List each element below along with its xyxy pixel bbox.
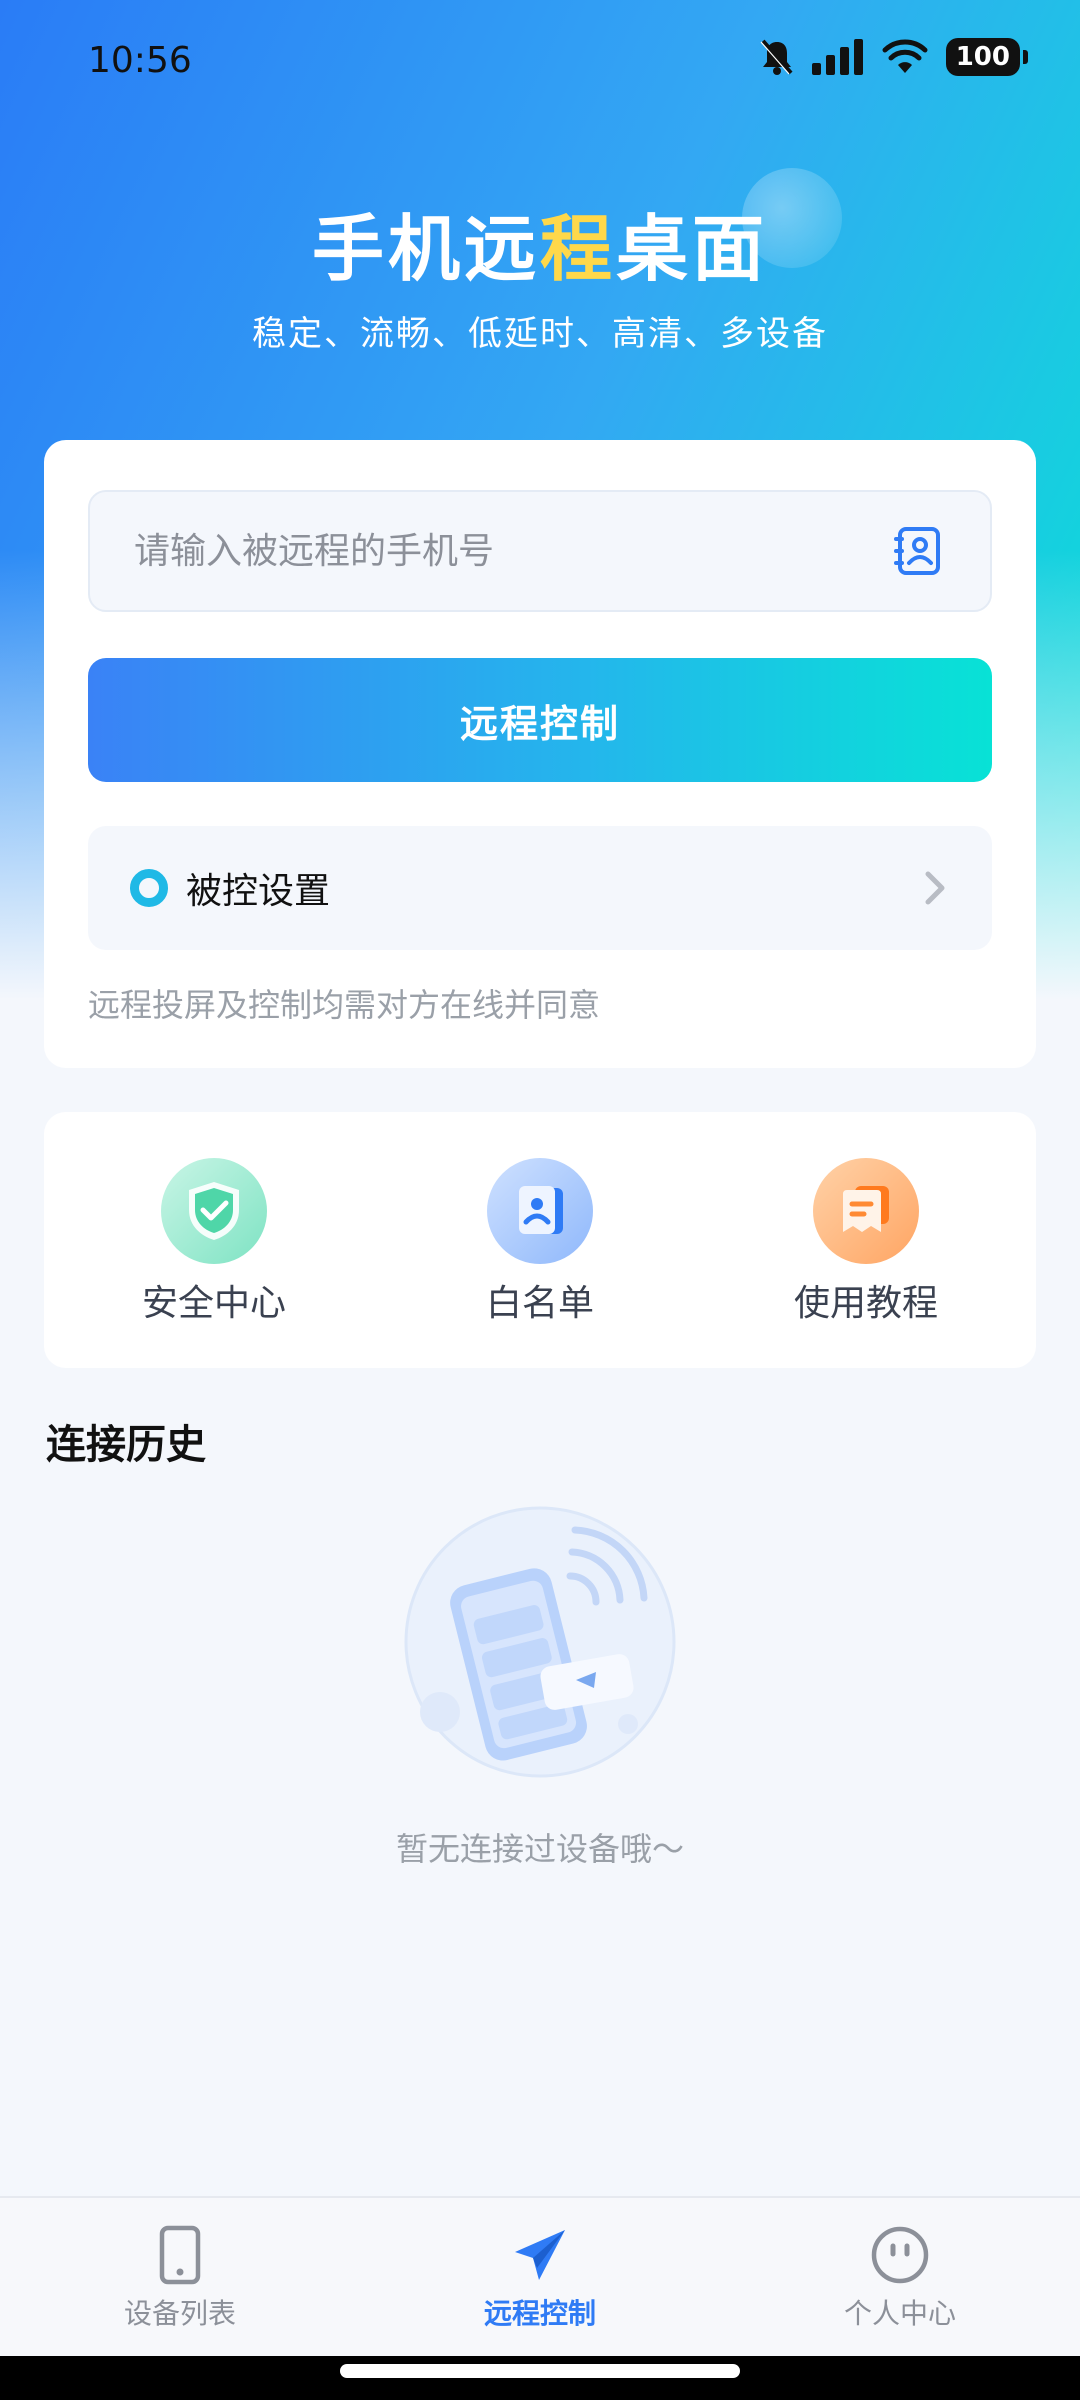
face-icon [871,2226,929,2284]
tab-label: 个人中心 [843,2297,956,2330]
bottom-tab-bar: 设备列表 远程控制 个人中心 [0,2196,1080,2356]
tab-label: 远程控制 [483,2297,596,2330]
status-time: 10:56 [88,40,192,81]
feature-tutorial[interactable]: 使用教程 [746,1158,986,1326]
battery-icon: 100 [945,38,1029,76]
home-indicator-area [0,2356,1080,2400]
feature-label: 安全中心 [141,1283,286,1324]
shield-check-icon [161,1158,267,1264]
title-part-1: 手机远 [311,207,540,291]
tab-device-list[interactable]: 设备列表 [60,2224,300,2332]
feature-whitelist[interactable]: 白名单 [420,1158,660,1326]
app-subtitle: 稳定、流畅、低延时、高清、多设备 [252,314,828,354]
feature-security-center[interactable]: 安全中心 [94,1158,334,1326]
paper-plane-icon [515,2230,565,2280]
feature-label: 白名单 [485,1283,594,1324]
feature-label: 使用教程 [793,1283,938,1324]
wifi-icon [882,39,928,73]
signal-icon [811,39,863,75]
tab-label: 设备列表 [123,2297,236,2330]
bell-mute-icon [760,39,793,75]
empty-history-text: 暂无连接过设备哦～ [395,1830,684,1868]
tab-remote-control[interactable]: 远程控制 [420,2224,660,2332]
controlled-settings-label: 被控设置 [186,871,331,912]
contacts-icon[interactable] [890,523,946,579]
ring-icon [130,869,168,907]
tutorial-doc-icon [813,1158,919,1264]
status-bar: 10:56 100 [0,0,1080,130]
contact-card-icon [487,1158,593,1264]
controlled-settings-row[interactable]: 被控设置 [88,826,992,950]
app-title: 手机远程桌面 [0,190,1080,295]
remote-control-card: 远程控制 被控设置 远程投屏及控制均需对方在线并同意 [44,440,1036,1068]
consent-hint: 远程投屏及控制均需对方在线并同意 [88,986,601,1024]
empty-history-illustration [404,1506,676,1778]
remote-control-button[interactable]: 远程控制 [88,658,992,782]
home-indicator[interactable] [340,2364,740,2378]
title-accent: 程 [539,207,616,291]
title-part-2: 桌面 [616,207,769,291]
tablet-icon [159,2225,201,2285]
chevron-right-icon [925,871,945,905]
connection-history-title: 连接历史 [46,1422,206,1468]
tab-personal-center[interactable]: 个人中心 [780,2224,1020,2332]
feature-shortcuts-card: 安全中心 白名单 使用教程 [44,1112,1036,1368]
status-icons: 100 [760,38,1029,76]
phone-input-container [88,490,992,612]
phone-number-input[interactable] [134,530,890,572]
